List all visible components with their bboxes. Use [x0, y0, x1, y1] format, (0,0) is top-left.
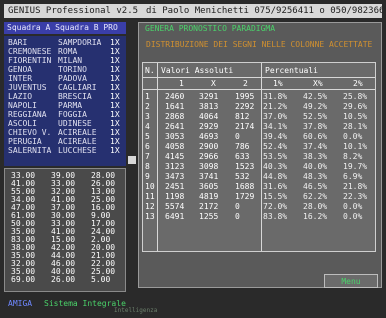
table-row: 10 2451 3605 1688 31.6% 46.5% 21.8% — [145, 182, 368, 191]
table-rule — [143, 89, 375, 90]
match-row[interactable]: CHIEVO V. ACIREALE 1X — [4, 128, 126, 137]
match-row[interactable]: LAZIO BRESCIA 1X — [4, 92, 126, 101]
status-sub: Intelligenza — [114, 307, 158, 314]
table-row: 5 3053 4693 0 39.4% 60.6% 0.0% — [145, 132, 363, 141]
percent-table-left: 33.00 39.00 28.00 41.00 33.00 26.00 55.00 32.… — [4, 168, 126, 292]
sign-header: 1 — [179, 79, 184, 88]
match-row[interactable]: INTER PADOVA 1X — [4, 74, 126, 83]
sign-header: X% — [313, 79, 323, 88]
match-row[interactable]: FIORENTIN MILAN 1X — [4, 56, 126, 65]
match-row[interactable]: PERUGIA ACIREALE 1X — [4, 137, 126, 146]
col-n-header: N. — [145, 66, 155, 75]
percent-row: 69.00 26.00 5.00 — [11, 275, 111, 284]
title-bar: GENIUS Professional v2.5 di Paolo Menich… — [4, 4, 382, 18]
panel-subtitle: DISTRIBUZIONE DEI SEGNI NELLE COLONNE AC… — [146, 40, 373, 49]
match-row[interactable]: NAPOLI PARMA 1X — [4, 101, 126, 110]
menu-button[interactable]: Menu — [324, 274, 378, 288]
app-title: GENIUS Professional v2.5 — [8, 6, 139, 16]
sign-header: 2% — [353, 79, 363, 88]
match-row[interactable]: SALERNITA LUCCHESE 1X — [4, 146, 126, 155]
percentuali-header: Percentuali — [265, 66, 318, 75]
divider-marker — [128, 156, 136, 164]
match-row[interactable]: BARI SAMPDORIA 1X — [4, 38, 126, 47]
sign-header: 1% — [273, 79, 283, 88]
table-row: 2 1641 3813 2292 21.2% 49.2% 29.6% — [145, 102, 368, 111]
match-row[interactable]: ASCOLI UDINESE 1X — [4, 119, 126, 128]
table-row: 12 5574 2172 0 72.0% 28.0% 0.0% — [145, 202, 363, 211]
table-row: 13 6491 1255 0 83.8% 16.2% 0.0% — [145, 212, 363, 221]
table-row: 11 1198 4819 1729 15.5% 62.2% 22.3% — [145, 192, 368, 201]
valori-header: Valori Assoluti — [161, 66, 234, 75]
match-row[interactable]: REGGIANA FOGGIA 1X — [4, 110, 126, 119]
match-row[interactable]: JUVENTUS CAGLIARI 1X — [4, 83, 126, 92]
table-row: 1 2460 3291 1995 31.8% 42.5% 25.8% — [145, 92, 368, 101]
status-bar: AMIGA Sistema Integrale Intelligenza — [4, 296, 382, 314]
panel-title: GENERA PRONOSTICO PARADIGMA — [145, 24, 276, 33]
table-rule — [143, 77, 375, 78]
author-info: di Paolo Menichetti 075/9256411 o 050/98… — [146, 6, 382, 16]
app-screen: GENIUS Professional v2.5 di Paolo Menich… — [0, 0, 386, 318]
distribution-table: N. Valori Assoluti Percentuali 1 X 2 1% … — [142, 62, 376, 252]
squadra-header: Squadra A Squadra B PRO — [4, 22, 126, 34]
matches-list: BARI SAMPDORIA 1X CREMONESE ROMA 1X FIORENTI… — [4, 36, 126, 166]
sign-header: 2 — [243, 79, 248, 88]
table-row: 6 4058 2900 786 52.4% 37.4% 10.1% — [145, 142, 368, 151]
match-row[interactable]: GENOA TORINO 1X — [4, 65, 126, 74]
status-left: AMIGA — [8, 299, 33, 308]
table-row: 9 3473 3741 532 44.8% 48.3% 6.9% — [145, 172, 363, 181]
table-row: 4 2641 2929 2174 34.1% 37.8% 28.1% — [145, 122, 368, 131]
table-row: 7 4145 2966 633 53.5% 38.3% 8.2% — [145, 152, 363, 161]
match-row[interactable]: CREMONESE ROMA 1X — [4, 47, 126, 56]
sign-header: X — [211, 79, 216, 88]
table-row: 8 3123 3098 1523 40.3% 40.0% 19.7% — [145, 162, 368, 171]
table-row: 3 2868 4064 812 37.0% 52.5% 10.5% — [145, 112, 368, 121]
